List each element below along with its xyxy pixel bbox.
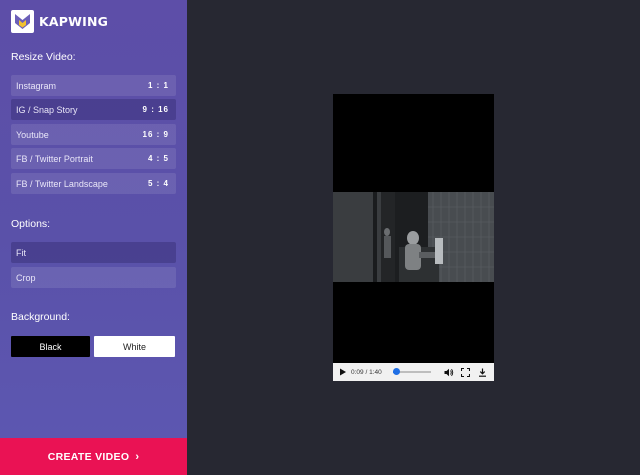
video-progress-knob[interactable] bbox=[393, 368, 401, 375]
resize-option-label: Instagram bbox=[16, 80, 57, 91]
background-title: Background: bbox=[11, 311, 70, 323]
resize-option-instagram[interactable]: Instagram 1 : 1 bbox=[11, 75, 176, 96]
resize-title: Resize Video: bbox=[11, 51, 76, 63]
resize-option-ig-snap-story[interactable]: IG / Snap Story 9 : 16 bbox=[11, 99, 176, 120]
resize-option-label: IG / Snap Story bbox=[16, 104, 78, 115]
option-label: Crop bbox=[16, 272, 36, 283]
brand-name: KAPWING bbox=[39, 14, 109, 29]
resize-option-label: Youtube bbox=[16, 129, 49, 140]
video-progress-bar[interactable] bbox=[392, 368, 431, 376]
resize-option-label: FB / Twitter Landscape bbox=[16, 178, 108, 189]
kapwing-logo-icon bbox=[11, 10, 34, 33]
resize-option-ratio: 5 : 4 bbox=[147, 179, 169, 188]
option-label: Fit bbox=[16, 247, 26, 258]
video-controls: 0:09 / 1:40 bbox=[333, 363, 494, 381]
background-white-button[interactable]: White bbox=[94, 336, 175, 357]
resize-option-youtube[interactable]: Youtube 16 : 9 bbox=[11, 124, 176, 145]
resize-option-ratio: 16 : 9 bbox=[142, 130, 169, 139]
volume-icon[interactable] bbox=[444, 368, 454, 377]
video-frame bbox=[333, 192, 494, 282]
resize-option-ratio: 4 : 5 bbox=[147, 154, 169, 163]
video-time: 0:09 / 1:40 bbox=[351, 368, 382, 376]
sidebar: KAPWING Resize Video: Instagram 1 : 1 IG… bbox=[0, 0, 187, 475]
resize-option-fb-twitter-landscape[interactable]: FB / Twitter Landscape 5 : 4 bbox=[11, 173, 176, 194]
background-black-button[interactable]: Black bbox=[11, 336, 90, 357]
brand[interactable]: KAPWING bbox=[11, 10, 108, 33]
option-crop[interactable]: Crop bbox=[11, 267, 176, 288]
create-video-button[interactable]: CREATE VIDEO › bbox=[0, 438, 187, 475]
resize-option-ratio: 9 : 16 bbox=[142, 105, 169, 114]
resize-option-fb-twitter-portrait[interactable]: FB / Twitter Portrait 4 : 5 bbox=[11, 148, 176, 169]
chevron-right-icon: › bbox=[135, 450, 140, 463]
option-fit[interactable]: Fit bbox=[11, 242, 176, 263]
create-video-label: CREATE VIDEO bbox=[47, 450, 130, 463]
video-player[interactable]: 0:09 / 1:40 bbox=[333, 94, 494, 381]
play-icon[interactable] bbox=[339, 368, 347, 376]
fullscreen-icon[interactable] bbox=[460, 367, 470, 377]
resize-option-ratio: 1 : 1 bbox=[147, 81, 169, 90]
resize-option-label: FB / Twitter Portrait bbox=[16, 153, 93, 164]
download-icon[interactable] bbox=[478, 368, 487, 377]
video-thumbnail-image bbox=[333, 192, 494, 282]
options-title: Options: bbox=[11, 218, 51, 230]
